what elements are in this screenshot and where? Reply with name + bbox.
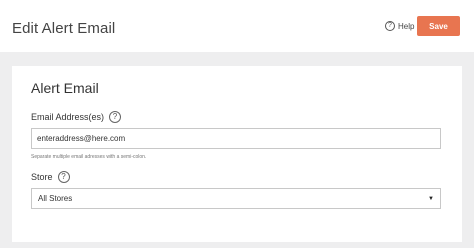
- email-hint: Separate multiple email adresses with a …: [31, 154, 147, 160]
- caret-down-icon: ▼: [428, 195, 434, 202]
- page-title: Edit Alert Email: [12, 20, 116, 37]
- store-select[interactable]: All Stores ▼: [31, 188, 441, 209]
- email-field[interactable]: [31, 128, 441, 149]
- email-label: Email Address(es) ?: [31, 111, 122, 123]
- store-label-text: Store: [31, 172, 53, 182]
- question-icon[interactable]: ?: [109, 111, 122, 123]
- help-link[interactable]: ? Help: [385, 21, 414, 31]
- help-label: Help: [398, 21, 415, 31]
- question-icon[interactable]: ?: [57, 171, 70, 183]
- panel-title: Alert Email: [31, 80, 99, 96]
- save-button[interactable]: Save: [417, 16, 460, 36]
- store-selected-value: All Stores: [38, 194, 73, 203]
- email-label-text: Email Address(es): [31, 112, 105, 122]
- store-label: Store ?: [31, 171, 70, 183]
- page-header: Edit Alert Email ? Help Save: [0, 0, 474, 52]
- alert-email-panel: Alert Email Email Address(es) ? Separate…: [12, 66, 462, 242]
- help-icon: ?: [385, 21, 395, 31]
